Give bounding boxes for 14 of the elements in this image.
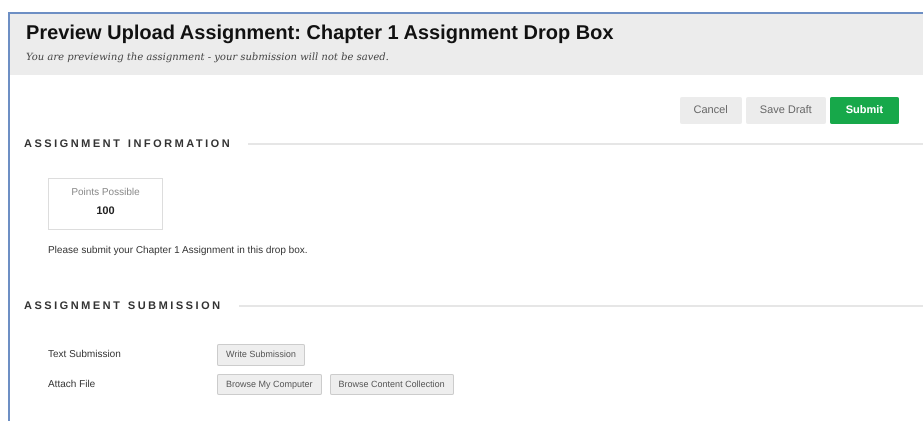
- preview-notice: You are previewing the assignment - your submission will not be saved.: [26, 51, 390, 65]
- points-label: Points Possible: [70, 186, 141, 200]
- points-value: 100: [95, 204, 116, 219]
- instructions-text: Please submit your Chapter 1 Assignment in this drop box.: [48, 244, 309, 258]
- section-heading: ASSIGNMENT INFORMATION: [24, 136, 232, 152]
- submission-button[interactable]: Browse Content Collection: [330, 374, 454, 395]
- field-label: Attach File: [48, 378, 96, 392]
- field-label: Text Submission: [48, 348, 122, 362]
- submission-button[interactable]: Browse My Computer: [217, 374, 322, 395]
- submission-button[interactable]: Write Submission: [217, 344, 305, 366]
- action-button[interactable]: Save Draft: [746, 97, 826, 124]
- page-title: Preview Upload Assignment: Chapter 1 Assignment Drop Box: [26, 21, 615, 45]
- section-heading: ASSIGNMENT SUBMISSION: [24, 298, 223, 314]
- action-button[interactable]: Cancel: [680, 97, 742, 124]
